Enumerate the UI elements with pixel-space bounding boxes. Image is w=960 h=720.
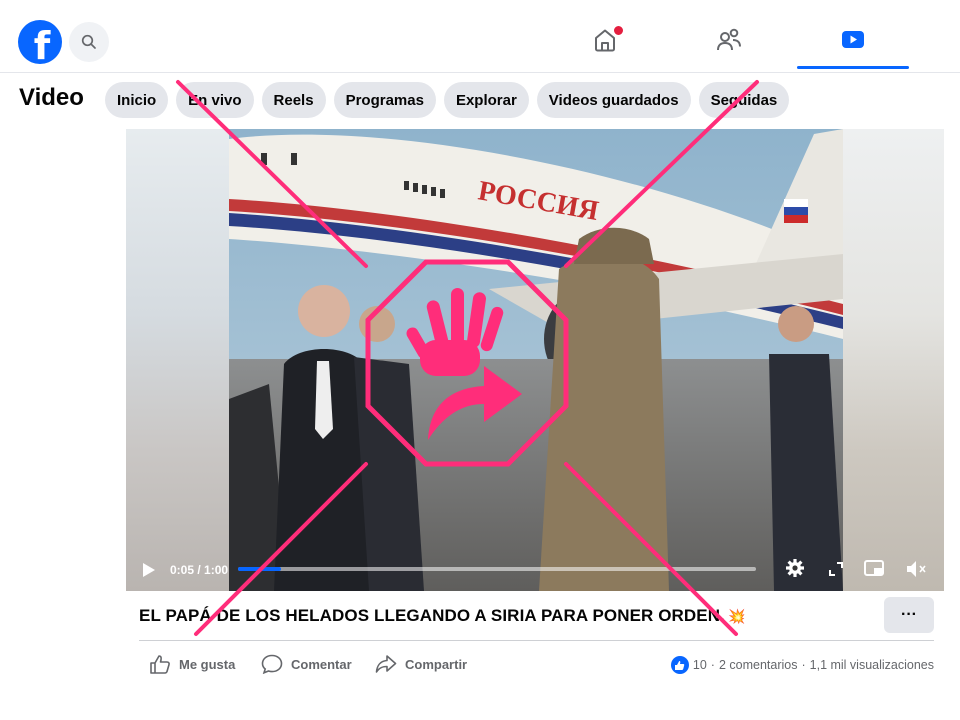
- post-title: EL PAPÁ DE LOS HELADOS LLEGANDO A SIRIA …: [139, 606, 746, 626]
- comment-icon: [261, 654, 283, 674]
- stats-separator: ·: [710, 658, 715, 672]
- thumbs-up-icon: [150, 655, 170, 674]
- chip-en-vivo[interactable]: En vivo: [176, 82, 254, 118]
- blurred-background-right: [843, 129, 944, 591]
- notification-dot: [612, 24, 625, 37]
- video-icon: [842, 31, 864, 48]
- collision-emoji: 💥: [727, 608, 746, 624]
- post-title-text: EL PAPÁ DE LOS HELADOS LLEGANDO A SIRIA …: [139, 606, 725, 625]
- chip-videos-guardados[interactable]: Videos guardados: [536, 82, 691, 118]
- views-count: 1,1 mil visualizaciones: [809, 658, 934, 672]
- like-reaction-icon: [670, 656, 689, 674]
- likes-count[interactable]: 10: [693, 658, 707, 672]
- video-controls: 0:05 / 1:00: [126, 548, 944, 591]
- comment-label: Comentar: [291, 656, 352, 672]
- stats-separator: ·: [801, 658, 806, 672]
- chip-seguidas[interactable]: Seguidas: [698, 82, 790, 118]
- page-title: Video: [19, 84, 84, 111]
- share-icon: [375, 655, 397, 673]
- video-category-chips: Inicio En vivo Reels Programas Explorar …: [105, 82, 790, 118]
- blurred-background-left: [126, 129, 229, 591]
- facebook-logo-icon[interactable]: f: [18, 20, 62, 68]
- time-display: 0:05 / 1:00: [170, 563, 229, 577]
- more-options-button[interactable]: ···: [884, 597, 934, 633]
- divider: [139, 640, 934, 641]
- nav-video[interactable]: [833, 18, 873, 62]
- search-button[interactable]: [69, 22, 109, 62]
- chip-programas[interactable]: Programas: [333, 82, 436, 118]
- friends-icon: [717, 28, 741, 51]
- chip-explorar[interactable]: Explorar: [443, 82, 529, 118]
- share-label: Compartir: [405, 656, 468, 672]
- video-frame: РОССИЯ: [229, 129, 843, 591]
- nav-friends[interactable]: [709, 18, 749, 62]
- like-label: Me gusta: [179, 656, 236, 672]
- miniplayer-icon[interactable]: [864, 560, 884, 578]
- comments-count[interactable]: 2 comentarios: [719, 658, 798, 672]
- chip-inicio[interactable]: Inicio: [105, 82, 169, 118]
- play-icon[interactable]: [142, 562, 156, 578]
- volume-muted-icon[interactable]: [906, 560, 928, 578]
- progress-fill: [238, 567, 281, 571]
- like-button[interactable]: Me gusta: [149, 653, 235, 675]
- video-player[interactable]: РОССИЯ: [126, 129, 944, 591]
- post-stats: 10 · 2 comentarios · 1,1 mil visualizaci…: [670, 654, 934, 676]
- search-icon: [81, 34, 96, 49]
- settings-icon[interactable]: [785, 558, 805, 578]
- top-navigation-bar: f: [0, 0, 960, 73]
- fullscreen-icon[interactable]: [829, 562, 843, 576]
- active-tab-indicator: [797, 66, 909, 69]
- chip-reels[interactable]: Reels: [261, 82, 326, 118]
- progress-bar[interactable]: [238, 567, 756, 571]
- share-button[interactable]: Compartir: [375, 653, 467, 675]
- comment-button[interactable]: Comentar: [261, 653, 352, 675]
